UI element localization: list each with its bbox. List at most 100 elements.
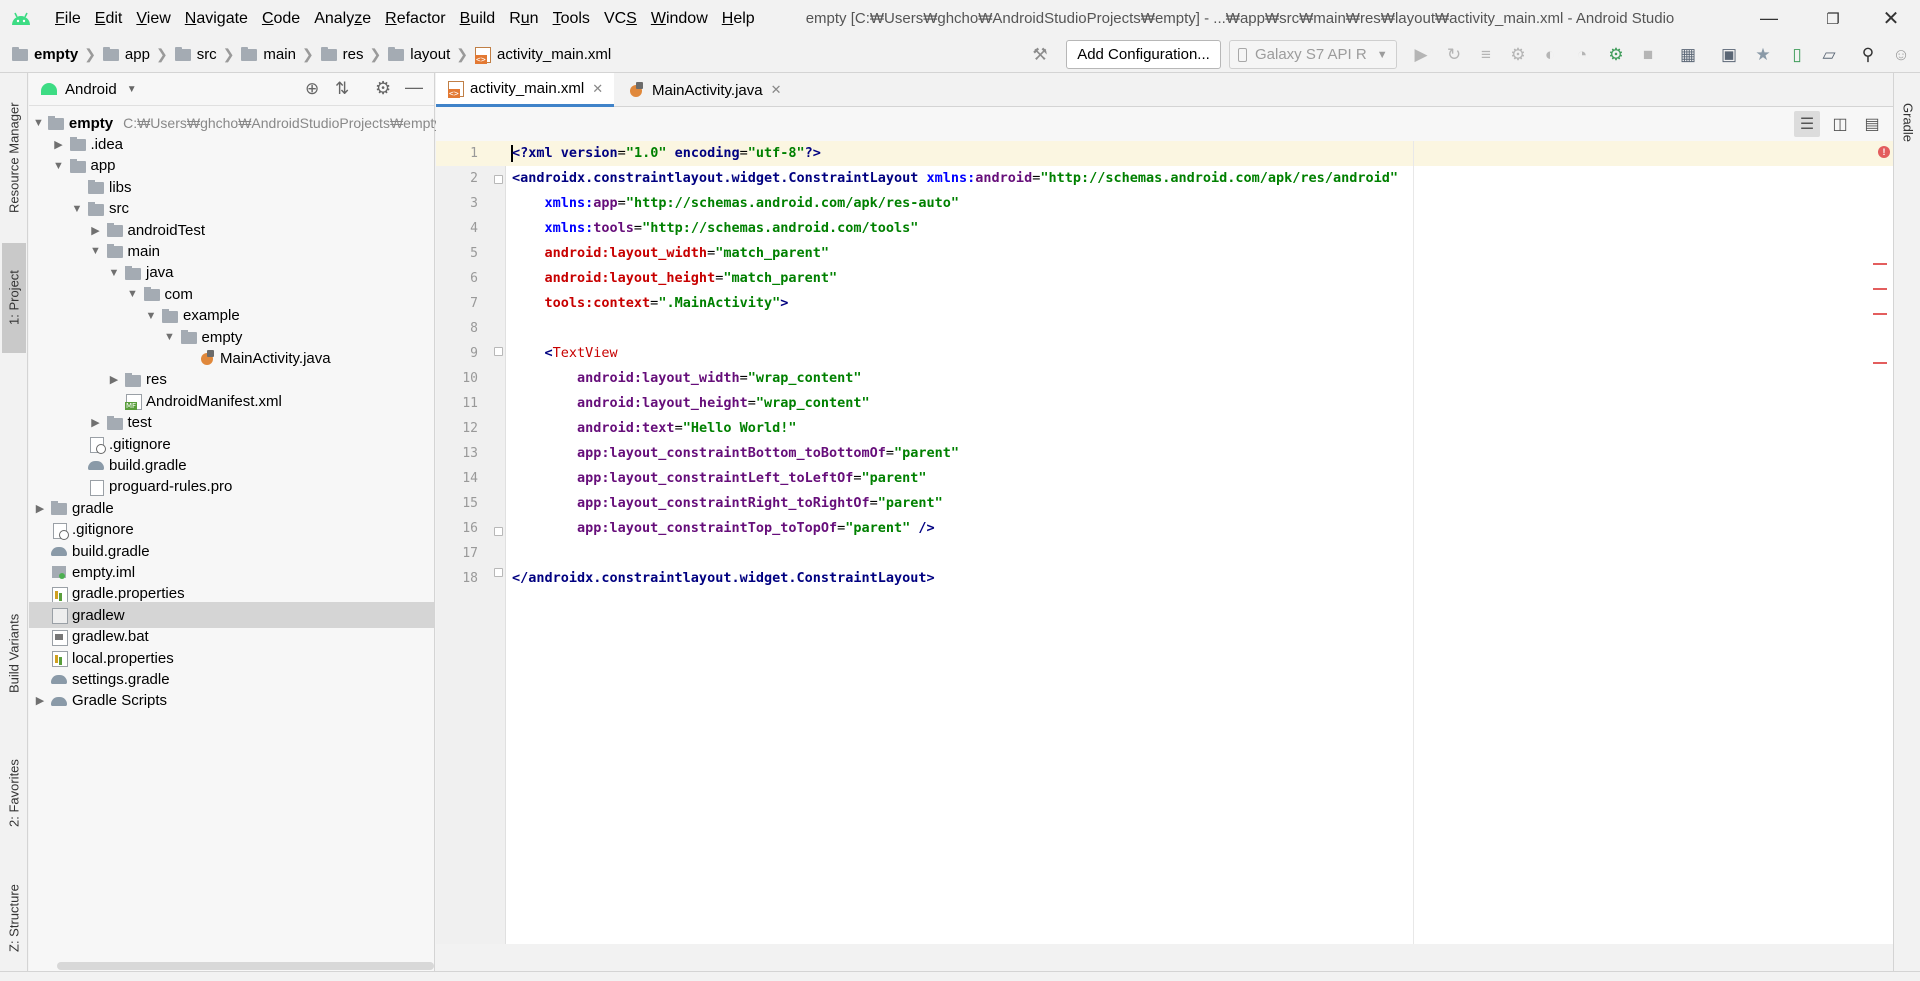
apply-code-changes-button[interactable]: ≡ (1475, 41, 1497, 69)
expanded-arrow-icon[interactable]: ▼ (52, 160, 66, 172)
window-title: empty [C:₩Users₩ghcho₩AndroidStudioProje… (805, 10, 1675, 27)
tree-item-label: main (127, 242, 161, 260)
menu-analyze[interactable]: Analyze (307, 0, 378, 37)
right-margin-guide (1413, 141, 1414, 944)
expanded-arrow-icon[interactable]: ▼ (163, 331, 177, 343)
fold-marker[interactable] (494, 175, 503, 184)
build-hammer-button[interactable]: ⚒ (1028, 41, 1052, 69)
add-configuration-button[interactable]: Add Configuration... (1066, 40, 1221, 69)
restore-icon: ❐ (1826, 10, 1840, 28)
avd-manager-button[interactable]: ▯ (1786, 41, 1808, 69)
tree-item-label: app (90, 157, 116, 175)
run-button[interactable]: ▶ (1410, 41, 1432, 69)
device-selector-label: Galaxy S7 API R (1255, 46, 1367, 63)
expanded-arrow-icon[interactable]: ▼ (89, 245, 103, 257)
expanded-arrow-icon[interactable]: ▼ (144, 310, 158, 322)
error-stripe-mark[interactable] (1873, 313, 1887, 315)
menu-tools[interactable]: Tools (546, 0, 597, 37)
collapsed-arrow-icon[interactable]: ▶ (33, 502, 47, 515)
breadcrumb-item-src[interactable]: src ❯ (174, 37, 242, 73)
tab-mainactivity-java[interactable]: MainActivity.java ✕ (616, 73, 782, 107)
close-tab-icon[interactable]: ✕ (771, 82, 782, 98)
restore-button[interactable]: ❐ (1810, 0, 1856, 37)
favorites-tab[interactable]: 2: Favorites (2, 733, 26, 853)
line-number: 15 (462, 496, 478, 511)
menu-file[interactable]: File (48, 0, 88, 37)
gear-icon[interactable]: ⚙ (375, 78, 391, 99)
minimize-button[interactable]: — (1746, 0, 1792, 37)
expanded-arrow-icon[interactable]: ▼ (107, 267, 121, 279)
search-everywhere-button[interactable]: ⚲ (1857, 41, 1879, 69)
expanded-arrow-icon[interactable]: ▼ (126, 288, 140, 300)
horizontal-scrollbar[interactable] (57, 962, 434, 970)
account-button[interactable]: ☺ (1890, 41, 1912, 69)
breadcrumb-item-layout[interactable]: layout ❯ (388, 37, 475, 73)
structure-tab[interactable]: Z: Structure (2, 863, 26, 973)
expanded-arrow-icon[interactable]: ▼ (33, 117, 44, 129)
breadcrumb-item-main[interactable]: main ❯ (241, 37, 320, 73)
close-tab-icon[interactable]: ✕ (592, 81, 603, 97)
menu-code[interactable]: Code (255, 0, 307, 37)
attach-debugger-button[interactable]: ⚙ (1605, 41, 1627, 69)
fold-marker[interactable] (494, 527, 503, 536)
error-stripe-mark[interactable] (1873, 362, 1887, 364)
collapsed-arrow-icon[interactable]: ▶ (33, 694, 47, 707)
folder-icon (12, 46, 28, 61)
project-structure-button[interactable]: ▦ (1677, 41, 1699, 69)
error-stripe-mark[interactable] (1873, 263, 1887, 265)
gradle-tab[interactable]: Gradle (1896, 83, 1920, 163)
fold-marker[interactable] (494, 568, 503, 577)
breadcrumb-item-file[interactable]: activity_main.xml (475, 37, 611, 73)
menu-view[interactable]: View (129, 0, 177, 37)
expanded-arrow-icon[interactable]: ▼ (70, 203, 84, 215)
breadcrumb-item-project[interactable]: empty ❯ (12, 37, 103, 73)
error-indicator-icon[interactable]: ! (1878, 146, 1890, 158)
menu-window[interactable]: Window (644, 0, 715, 37)
menu-help[interactable]: Help (715, 0, 762, 37)
project-view-selector[interactable]: Android ▼ (65, 81, 137, 98)
tree-item-label: empty.iml (72, 563, 136, 581)
menu-run[interactable]: Run (502, 0, 545, 37)
tree-item-label: test (127, 414, 152, 432)
collapsed-arrow-icon[interactable]: ▶ (52, 138, 66, 151)
code-editor[interactable]: <?xml version="1.0" encoding="utf-8"?> <… (506, 141, 1893, 944)
resource-manager-tab[interactable]: Resource Manager (2, 83, 26, 233)
fold-marker[interactable] (494, 347, 503, 356)
tree-item-label: empty (68, 114, 114, 132)
menu-edit[interactable]: Edit (88, 0, 130, 37)
menu-build[interactable]: Build (453, 0, 503, 37)
collapsed-arrow-icon[interactable]: ▶ (89, 224, 103, 237)
tab-activity-main-xml[interactable]: activity_main.xml ✕ (436, 73, 614, 107)
design-view-button[interactable]: ▤ (1859, 111, 1885, 137)
breadcrumb-item-res[interactable]: res ❯ (320, 37, 389, 73)
debug-button[interactable]: ⚙ (1507, 41, 1529, 69)
apply-changes-button[interactable]: ↻ (1443, 41, 1465, 69)
sdk-manager-button[interactable]: ▱ (1818, 41, 1840, 69)
executable-file-icon (51, 607, 68, 625)
gradle-sync-button[interactable]: ★ (1752, 41, 1774, 69)
collapse-all-icon[interactable]: ⇅ (335, 79, 349, 99)
breadcrumb-item-app[interactable]: app ❯ (102, 37, 175, 73)
collapsed-arrow-icon[interactable]: ▶ (107, 373, 121, 386)
properties-file-icon (51, 650, 68, 667)
split-view-button[interactable]: ◫ (1827, 111, 1853, 137)
error-stripe-mark[interactable] (1873, 288, 1887, 290)
menu-vcs[interactable]: VCS (597, 0, 644, 37)
hide-panel-icon[interactable]: — (405, 77, 423, 98)
tree-item[interactable]: ▶ Gradle Scripts (29, 688, 434, 714)
tree-item-label: java (146, 264, 174, 282)
device-selector[interactable]: Galaxy S7 API R ▼ (1229, 40, 1397, 69)
collapsed-arrow-icon[interactable]: ▶ (89, 416, 103, 429)
build-variants-tab[interactable]: Build Variants (2, 593, 26, 713)
stop-button[interactable]: ■ (1637, 41, 1659, 69)
coverage-button[interactable]: ◐ (1539, 41, 1561, 69)
locate-file-icon[interactable]: ⊕ (305, 79, 319, 99)
profile-button[interactable]: ◔ (1571, 41, 1593, 69)
terminal-button[interactable]: ▣ (1718, 41, 1740, 69)
close-window-button[interactable]: ✕ (1868, 0, 1914, 37)
title-bar: File Edit View Navigate Code Analyze Ref… (0, 0, 1920, 37)
project-tab[interactable]: 1: Project (2, 243, 26, 353)
code-view-button[interactable]: ☰ (1794, 111, 1820, 137)
menu-refactor[interactable]: Refactor (378, 0, 452, 37)
menu-navigate[interactable]: Navigate (178, 0, 255, 37)
